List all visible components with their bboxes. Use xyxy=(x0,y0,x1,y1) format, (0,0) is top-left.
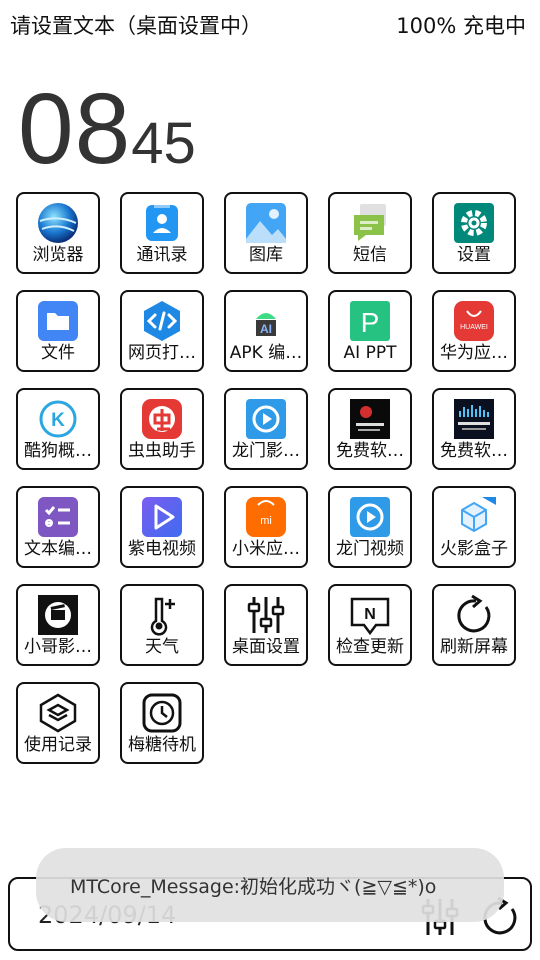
svg-text:K: K xyxy=(51,410,65,431)
app-tile-xiaomi-store[interactable]: mi 小米应… xyxy=(224,486,308,568)
text-editor-icon xyxy=(35,495,81,539)
app-tile-huawei-store[interactable]: HUAWEI 华为应… xyxy=(432,290,516,372)
app-label: AI PPT xyxy=(343,343,397,363)
app-tile-huoying-box[interactable]: 火影盒子 xyxy=(432,486,516,568)
app-tile-standby[interactable]: 梅糖待机 xyxy=(120,682,204,764)
xiaomi-store-icon: mi xyxy=(243,495,289,539)
app-tile-check-update[interactable]: N 检查更新 xyxy=(328,584,412,666)
android-icon: AI xyxy=(243,299,289,343)
svg-text:N: N xyxy=(364,606,376,623)
kugou-k-icon: K xyxy=(35,397,81,441)
code-icon xyxy=(139,299,185,343)
app-label: 文件 xyxy=(41,343,75,363)
app-label: 虫虫助手 xyxy=(128,441,196,461)
free-software-2-icon xyxy=(451,397,497,441)
settings-gear-icon xyxy=(451,201,497,245)
app-label: 龙门影… xyxy=(232,441,300,461)
huawei-appgallery-icon: HUAWEI xyxy=(451,299,497,343)
app-tile-apk-editor[interactable]: AI APK 编… xyxy=(224,290,308,372)
zidian-play-icon xyxy=(139,495,185,539)
app-tile-free-software-1[interactable]: 免费软… xyxy=(328,388,412,470)
app-tile-settings[interactable]: 设置 xyxy=(432,192,516,274)
app-tile-free-software-2[interactable]: 免费软… xyxy=(432,388,516,470)
app-tile-browser[interactable]: 浏览器 xyxy=(16,192,100,274)
toast-message: MTCore_Message:初始化成功ヾ(≧▽≦*)o xyxy=(36,848,504,922)
app-label: 免费软… xyxy=(336,441,404,461)
longmen-play-icon xyxy=(243,397,289,441)
svg-text:AI: AI xyxy=(260,322,272,336)
free-software-icon xyxy=(347,397,393,441)
app-label: 浏览器 xyxy=(32,245,84,265)
app-label: 检查更新 xyxy=(336,637,404,657)
app-tile-refresh-screen[interactable]: 刷新屏幕 xyxy=(432,584,516,666)
app-label: 短信 xyxy=(353,245,387,265)
app-label: 通讯录 xyxy=(136,245,188,265)
app-label: 梅糖待机 xyxy=(128,735,196,755)
app-tile-longmen-video[interactable]: 龙门视频 xyxy=(328,486,412,568)
longmen-video-icon xyxy=(347,495,393,539)
refresh-icon xyxy=(451,593,497,637)
svg-text:HUAWEI: HUAWEI xyxy=(460,324,488,331)
app-tile-web-print[interactable]: 网页打… xyxy=(120,290,204,372)
app-tile-contacts[interactable]: 通讯录 xyxy=(120,192,204,274)
messages-icon xyxy=(347,201,393,245)
app-label: 网页打… xyxy=(128,343,196,363)
gallery-icon xyxy=(243,201,289,245)
app-tile-chongchong[interactable]: 虫虫助手 xyxy=(120,388,204,470)
app-label: 刷新屏幕 xyxy=(440,637,508,657)
svg-text:mi: mi xyxy=(260,515,272,527)
thermometer-icon xyxy=(139,593,185,637)
app-tile-gallery[interactable]: 图库 xyxy=(224,192,308,274)
app-label: 使用记录 xyxy=(24,735,92,755)
clock-minutes: 45 xyxy=(131,111,196,176)
app-tile-longmen-film[interactable]: 龙门影… xyxy=(224,388,308,470)
update-n-icon: N xyxy=(347,593,393,637)
contacts-icon xyxy=(139,201,185,245)
toast-text: MTCore_Message:初始化成功ヾ(≧▽≦*)o xyxy=(70,876,437,898)
app-tile-ai-ppt[interactable]: P AI PPT xyxy=(328,290,412,372)
app-tile-text-editor[interactable]: 文本编… xyxy=(16,486,100,568)
app-label: 酷狗概… xyxy=(24,441,92,461)
app-label: 小哥影… xyxy=(24,637,92,657)
status-custom-text[interactable]: 请设置文本（桌面设置中） xyxy=(10,10,262,40)
app-tile-weather[interactable]: 天气 xyxy=(120,584,204,666)
folder-icon xyxy=(35,299,81,343)
app-label: 天气 xyxy=(145,637,179,657)
app-tile-desktop-settings[interactable]: 桌面设置 xyxy=(224,584,308,666)
clock: 0845 xyxy=(18,72,196,187)
huoying-box-icon xyxy=(451,495,497,539)
app-label: 文本编… xyxy=(24,539,92,559)
app-label: 火影盒子 xyxy=(440,539,508,559)
app-tile-kugou[interactable]: K 酷狗概… xyxy=(16,388,100,470)
app-tile-xiaoge-film[interactable]: 小哥影… xyxy=(16,584,100,666)
app-tile-usage-history[interactable]: 使用记录 xyxy=(16,682,100,764)
app-label: 华为应… xyxy=(440,343,508,363)
browser-globe-icon xyxy=(35,201,81,245)
battery-status: 100% 充电中 xyxy=(396,14,526,38)
layers-hexagon-icon xyxy=(35,691,81,735)
svg-text:P: P xyxy=(361,307,380,338)
app-label: 龙门视频 xyxy=(336,539,404,559)
app-label: 免费软… xyxy=(440,441,508,461)
app-label: 小米应… xyxy=(232,539,300,559)
ppt-p-icon: P xyxy=(347,299,393,343)
sliders-icon xyxy=(243,593,289,637)
app-tile-messages[interactable]: 短信 xyxy=(328,192,412,274)
app-label: 紫电视频 xyxy=(128,539,196,559)
xiaoge-film-icon xyxy=(35,593,81,637)
app-label: 桌面设置 xyxy=(232,637,300,657)
app-tile-files[interactable]: 文件 xyxy=(16,290,100,372)
clock-hours: 08 xyxy=(18,73,132,185)
app-label: 设置 xyxy=(457,245,491,265)
app-label: APK 编… xyxy=(229,343,303,363)
app-tile-zidian-video[interactable]: 紫电视频 xyxy=(120,486,204,568)
clock-icon xyxy=(139,691,185,735)
chongchong-icon xyxy=(139,397,185,441)
app-grid: 浏览器 通讯录 图库 短信 设置 文件 网页打… AI APK 编… P AI … xyxy=(16,192,526,764)
app-label: 图库 xyxy=(249,245,283,265)
